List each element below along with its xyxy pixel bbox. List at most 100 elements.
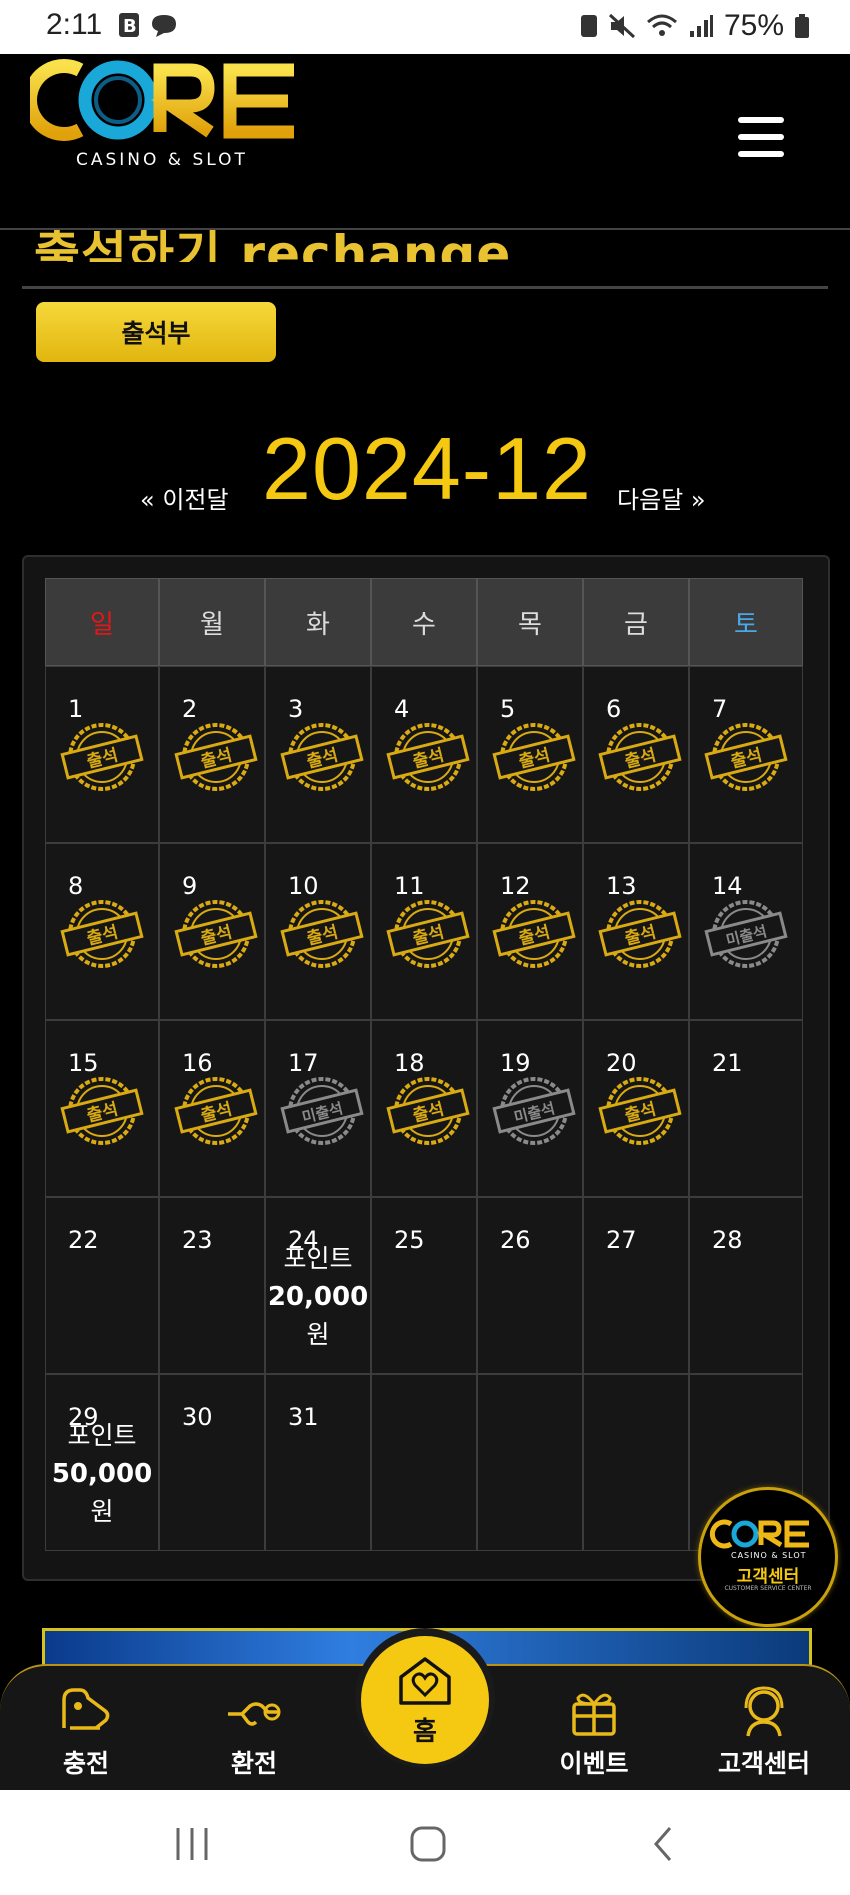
- day-number: 30: [182, 1403, 213, 1431]
- attended-stamp-icon: 출석: [492, 723, 576, 791]
- menu-bar: [738, 134, 784, 140]
- calendar-day-cell[interactable]: 22: [45, 1197, 159, 1374]
- calendar-day-cell[interactable]: 6 출석: [583, 666, 689, 843]
- nav-exchange[interactable]: 환전: [194, 1684, 314, 1780]
- nav-home[interactable]: 홈: [355, 1628, 495, 1768]
- day-number: 13: [606, 872, 637, 900]
- calendar-day-cell[interactable]: 8 출석: [45, 843, 159, 1020]
- attended-stamp-icon: 출석: [280, 723, 364, 791]
- calendar-day-cell[interactable]: 23: [159, 1197, 265, 1374]
- wifi-icon: [646, 14, 677, 36]
- customer-center-float-button[interactable]: CASINO & SLOT 고객센터 CUSTOMER SERVICE CENT…: [698, 1487, 838, 1627]
- calendar-day-cell[interactable]: 7 출석: [689, 666, 803, 843]
- point-amount: 20,000: [267, 1282, 369, 1312]
- calendar-day-cell[interactable]: 29 포인트 50,000 원: [45, 1374, 159, 1551]
- page-title: 출석하기 rechange: [34, 225, 512, 262]
- calendar-day-cell[interactable]: 20 출석: [583, 1020, 689, 1197]
- core-mini-logo: CASINO & SLOT: [709, 1519, 809, 1560]
- recent-apps-icon[interactable]: [172, 1826, 212, 1862]
- attended-stamp-icon: 출석: [386, 900, 470, 968]
- calendar-day-cell[interactable]: 5 출석: [477, 666, 583, 843]
- menu-bar: [738, 151, 784, 157]
- calendar-day-cell[interactable]: 3 출석: [265, 666, 371, 843]
- attended-stamp-icon: 출석: [704, 723, 788, 791]
- mute-icon: [608, 13, 635, 39]
- day-number: 23: [182, 1226, 213, 1254]
- absent-stamp-icon: 미출석: [492, 1077, 576, 1145]
- nav-support[interactable]: 고객센터: [704, 1684, 824, 1780]
- core-logo[interactable]: CASINO & SLOT: [30, 30, 305, 190]
- point-unit: 원: [306, 1320, 330, 1349]
- point-reward: 포인트 20,000 원: [266, 1240, 370, 1354]
- headset-icon: [744, 1686, 784, 1737]
- calendar-day-cell[interactable]: 31: [265, 1374, 371, 1551]
- calendar-day-cell[interactable]: 4 출석: [371, 666, 477, 843]
- back-icon[interactable]: [648, 1824, 678, 1864]
- home-system-icon[interactable]: [408, 1824, 448, 1864]
- day-number: 2: [182, 695, 198, 723]
- day-number: 6: [606, 695, 622, 723]
- logo-subtext: CASINO & SLOT: [76, 150, 248, 170]
- calendar-day-cell[interactable]: 18 출석: [371, 1020, 477, 1197]
- day-number: 26: [500, 1226, 531, 1254]
- exchange-icon: [228, 1702, 281, 1726]
- calendar-day-cell[interactable]: [477, 1374, 583, 1551]
- calendar-day-cell[interactable]: 14 미출석: [689, 843, 803, 1020]
- weekday-header-cell: 월: [159, 578, 265, 666]
- day-number: 5: [500, 695, 516, 723]
- attended-stamp-icon: 출석: [174, 900, 258, 968]
- attended-stamp-icon: 출석: [598, 723, 682, 791]
- svg-text:CASINO & SLOT: CASINO & SLOT: [731, 1551, 807, 1560]
- nav-event[interactable]: 이벤트: [534, 1684, 654, 1780]
- weekday-header-cell: 금: [583, 578, 689, 666]
- calendar-day-cell[interactable]: 9 출석: [159, 843, 265, 1020]
- attended-stamp-icon: 출석: [386, 1077, 470, 1145]
- calendar-day-cell[interactable]: 11 출석: [371, 843, 477, 1020]
- battery-icon: [795, 14, 809, 38]
- calendar-week-row: 15 출석 16 출석 17 미출석 18 출석 19 미출석 20 출석 21: [45, 1020, 803, 1197]
- next-month-link[interactable]: 다음달 »: [617, 480, 706, 515]
- day-number: 16: [182, 1049, 213, 1077]
- calendar-day-cell[interactable]: 27: [583, 1197, 689, 1374]
- day-number: 21: [712, 1049, 743, 1077]
- calendar-day-cell[interactable]: 30: [159, 1374, 265, 1551]
- header-divider: [0, 228, 850, 230]
- weekday-header: 일월화수목금토: [45, 578, 803, 666]
- attended-stamp-icon: 출석: [386, 723, 470, 791]
- home-circle: 홈: [361, 1636, 489, 1764]
- calendar-day-cell[interactable]: 21: [689, 1020, 803, 1197]
- calendar-day-cell[interactable]: 10 출석: [265, 843, 371, 1020]
- day-number: 4: [394, 695, 410, 723]
- calendar-day-cell[interactable]: 1 출석: [45, 666, 159, 843]
- attended-stamp-icon: 출석: [60, 1077, 144, 1145]
- attendance-book-button[interactable]: 출석부: [36, 302, 276, 362]
- menu-bar: [738, 117, 784, 123]
- calendar-day-cell[interactable]: 25: [371, 1197, 477, 1374]
- battery-percent: 75%: [723, 9, 784, 42]
- attended-stamp-icon: 출석: [598, 900, 682, 968]
- calendar-day-cell[interactable]: 17 미출석: [265, 1020, 371, 1197]
- attended-stamp-icon: 출석: [598, 1077, 682, 1145]
- day-number: 12: [500, 872, 531, 900]
- android-nav-bar: [0, 1790, 850, 1895]
- calendar-day-cell[interactable]: 2 출석: [159, 666, 265, 843]
- calendar-day-cell[interactable]: 15 출석: [45, 1020, 159, 1197]
- menu-button[interactable]: [738, 117, 784, 157]
- day-number: 1: [68, 695, 84, 723]
- weekday-header-cell: 토: [689, 578, 803, 666]
- calendar-day-cell[interactable]: 28: [689, 1197, 803, 1374]
- calendar-day-cell[interactable]: 13 출석: [583, 843, 689, 1020]
- month-title: 2024-12: [262, 419, 592, 518]
- calendar-day-cell[interactable]: [371, 1374, 477, 1551]
- calendar-day-cell[interactable]: [583, 1374, 689, 1551]
- calendar-day-cell[interactable]: 16 출석: [159, 1020, 265, 1197]
- calendar-day-cell[interactable]: 12 출석: [477, 843, 583, 1020]
- calendar-day-cell[interactable]: 26: [477, 1197, 583, 1374]
- prev-month-link[interactable]: « 이전달: [140, 480, 229, 515]
- nav-charge[interactable]: 충전: [26, 1684, 146, 1780]
- calendar-day-cell[interactable]: 19 미출석: [477, 1020, 583, 1197]
- weekday-header-cell: 수: [371, 578, 477, 666]
- calendar-grid: 일월화수목금토 1 출석 2 출석 3 출석 4 출석 5 출석 6 출석 7 출석 8 출석 9 출석 10 출석 1…: [45, 578, 803, 1551]
- calendar-day-cell[interactable]: 24 포인트 20,000 원: [265, 1197, 371, 1374]
- point-unit: 원: [90, 1497, 114, 1526]
